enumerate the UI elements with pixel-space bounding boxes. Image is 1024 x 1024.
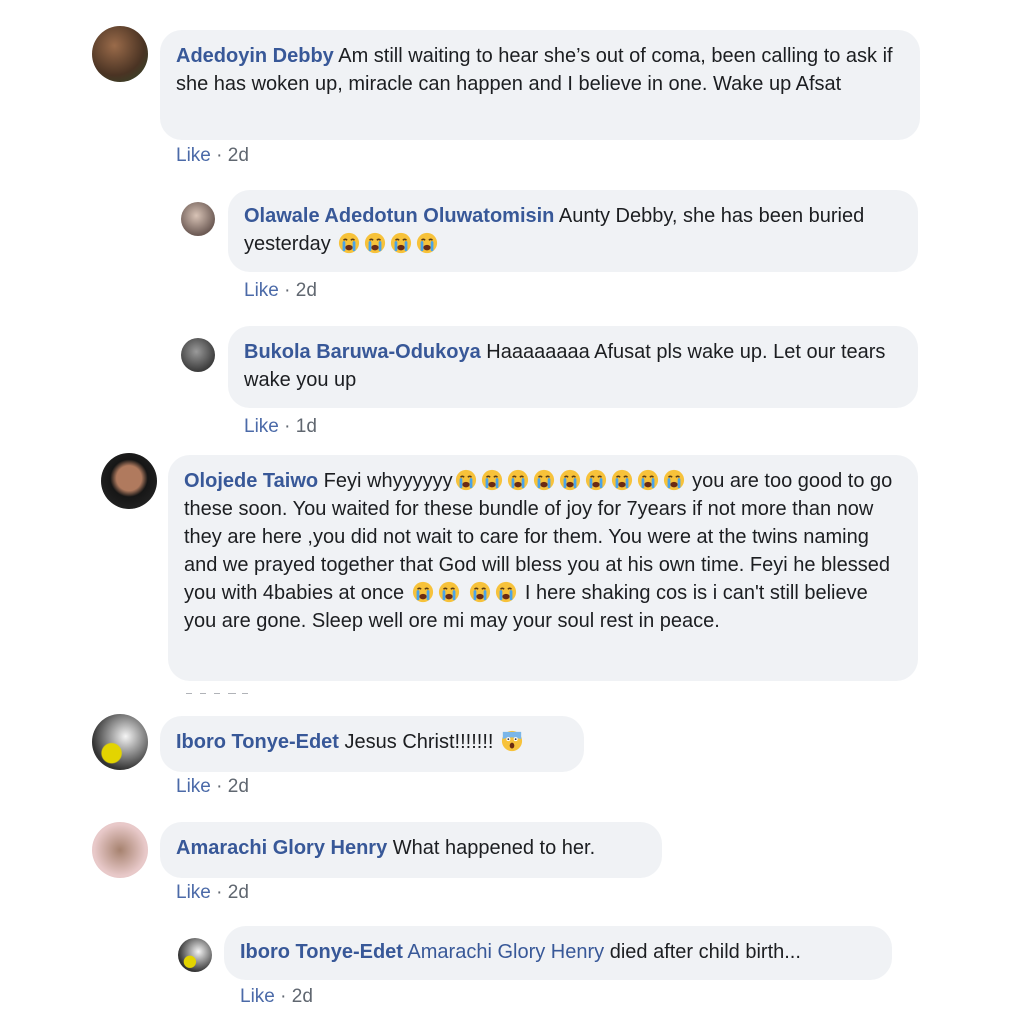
reply-bubble: Bukola Baruwa-Odukoya Haaaaaaaa Afusat p… — [228, 326, 918, 408]
avatar[interactable] — [92, 26, 148, 82]
crying-face-icon — [338, 232, 360, 254]
like-button[interactable]: Like — [244, 416, 279, 437]
comment-author[interactable]: Iboro Tonye-Edet — [240, 941, 403, 963]
comment-author[interactable]: Amarachi Glory Henry — [176, 837, 387, 859]
comment-time[interactable]: 2d — [292, 986, 313, 1007]
comment-meta: Like · 2d — [176, 882, 249, 903]
comment-author[interactable]: Bukola Baruwa-Odukoya — [244, 341, 481, 363]
like-button[interactable]: Like — [176, 882, 211, 903]
comment-text: Jesus Christ!!!!!!! — [344, 731, 494, 753]
comment-time[interactable]: 2d — [228, 776, 249, 797]
comment-meta-cut — [186, 684, 266, 694]
crying-face-icon — [412, 581, 434, 603]
comment-text: What happened to her. — [392, 837, 596, 859]
like-button[interactable]: Like — [176, 145, 211, 166]
like-button[interactable]: Like — [244, 280, 279, 301]
crying-face-emoji-row — [453, 469, 687, 492]
crying-face-icon — [416, 232, 438, 254]
reply-bubble: Olawale Adedotun Oluwatomisin Aunty Debb… — [228, 190, 918, 272]
crying-face-icon — [507, 469, 529, 491]
avatar[interactable] — [92, 714, 148, 770]
crying-face-icon — [495, 581, 517, 603]
comment-meta: Like · 1d — [244, 416, 317, 437]
crying-face-icon — [438, 581, 460, 603]
crying-face-icon — [533, 469, 555, 491]
crying-face-icon — [611, 469, 633, 491]
crying-face-icon — [559, 469, 581, 491]
comment-text: Feyi whyyyyyy — [323, 470, 453, 492]
avatar[interactable] — [181, 202, 215, 236]
reply-bubble: Iboro Tonye-Edet Amarachi Glory Henry di… — [224, 926, 892, 980]
crying-face-icon — [364, 232, 386, 254]
crying-face-icon — [663, 469, 685, 491]
comment-bubble: Amarachi Glory Henry What happened to he… — [160, 822, 662, 878]
comment-time[interactable]: 1d — [296, 416, 317, 437]
comment-author[interactable]: Iboro Tonye-Edet — [176, 731, 339, 753]
comment-author[interactable]: Olawale Adedotun Oluwatomisin — [244, 205, 554, 227]
crying-face-icon — [585, 469, 607, 491]
comment-bubble: Adedoyin Debby Am still waiting to hear … — [160, 30, 920, 140]
avatar[interactable] — [101, 453, 157, 509]
crying-face-icon — [481, 469, 503, 491]
comment-meta: Like · 2d — [176, 776, 249, 797]
crying-face-icon — [469, 581, 491, 603]
comment-time[interactable]: 2d — [296, 280, 317, 301]
mention-link[interactable]: Amarachi Glory Henry — [407, 941, 604, 963]
crying-face-icon — [455, 469, 477, 491]
crying-face-icon — [637, 469, 659, 491]
like-button[interactable]: Like — [176, 776, 211, 797]
like-button[interactable]: Like — [240, 986, 275, 1007]
screaming-face-icon — [501, 730, 523, 752]
crying-face-icon — [390, 232, 412, 254]
comment-time[interactable]: 2d — [228, 145, 249, 166]
comment-meta: Like · 2d — [176, 145, 249, 166]
comment-bubble: Olojede Taiwo Feyi whyyyyyy you are too … — [168, 455, 918, 681]
comment-meta: Like · 2d — [240, 986, 313, 1007]
comment-meta: Like · 2d — [244, 280, 317, 301]
comment-author[interactable]: Adedoyin Debby — [176, 45, 334, 67]
comment-time[interactable]: 2d — [228, 882, 249, 903]
comment-author[interactable]: Olojede Taiwo — [184, 470, 318, 492]
avatar[interactable] — [92, 822, 148, 878]
comment-bubble: Iboro Tonye-Edet Jesus Christ!!!!!!! — [160, 716, 584, 772]
avatar[interactable] — [178, 938, 212, 972]
comment-text: died after child birth... — [609, 941, 801, 963]
avatar[interactable] — [181, 338, 215, 372]
